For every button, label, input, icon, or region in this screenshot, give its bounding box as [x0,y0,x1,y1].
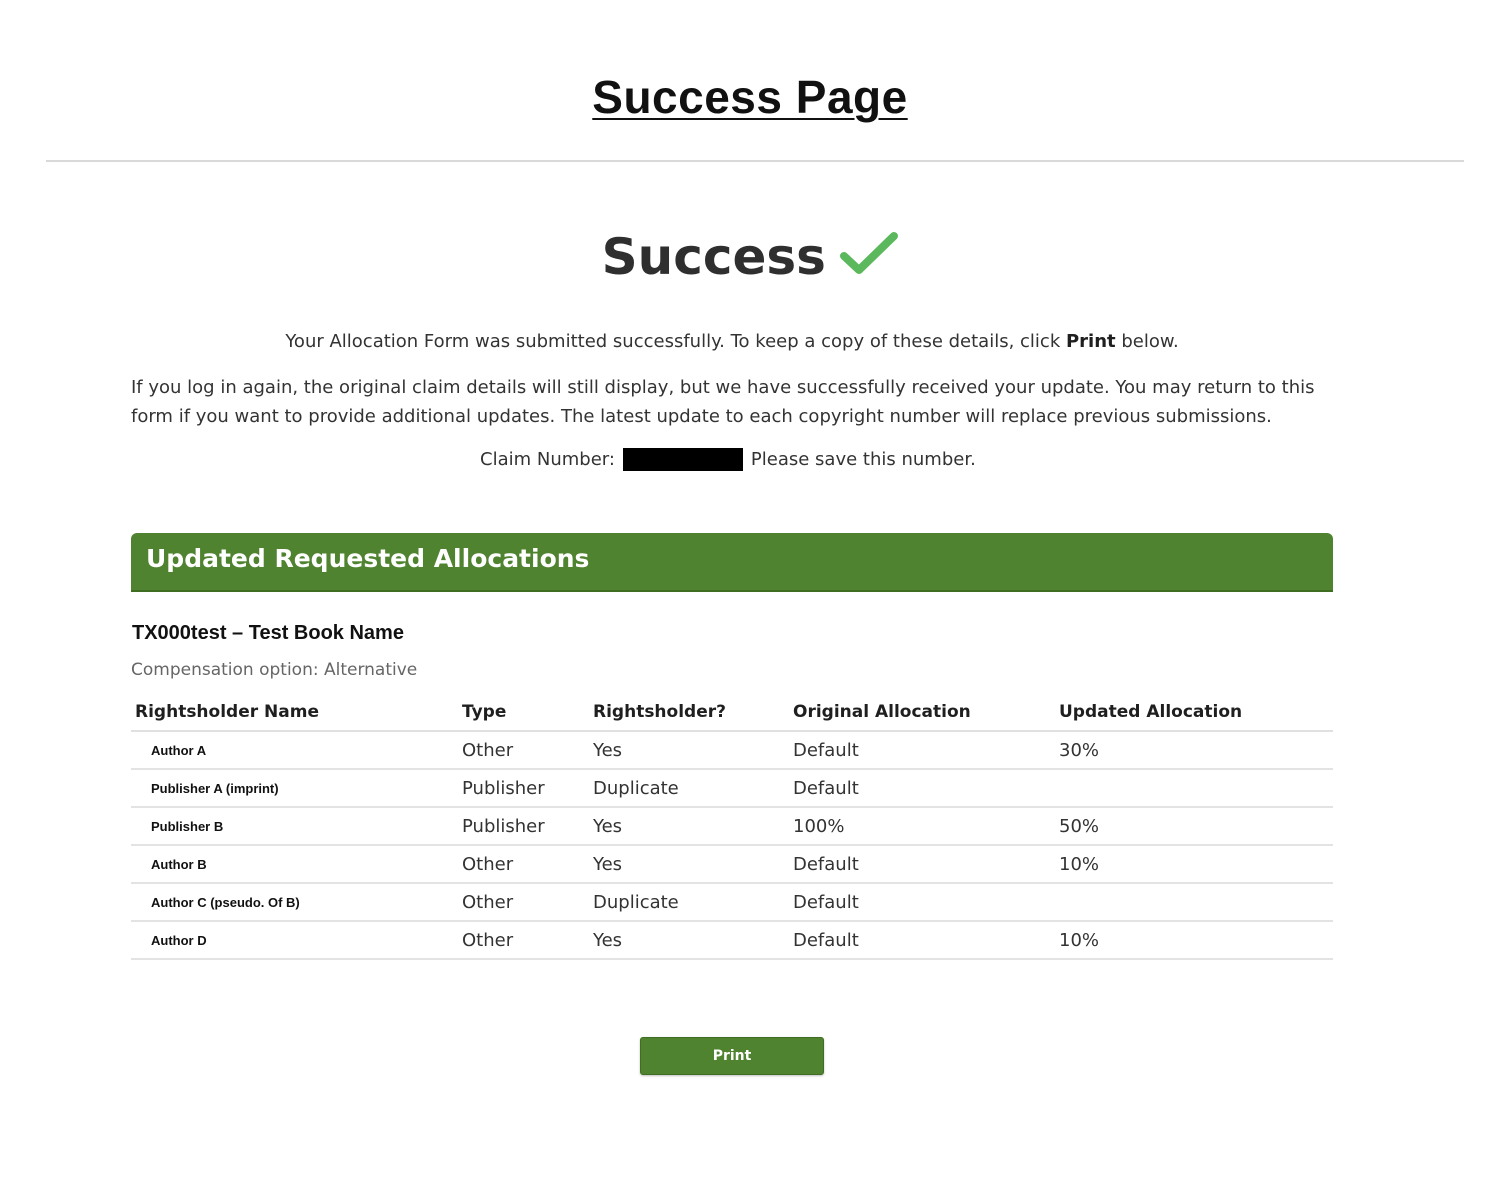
cell-original-allocation: Default [793,845,1059,884]
claim-number-line: Claim Number: Please save this number. [480,446,976,472]
print-emphasis: Print [1065,331,1116,352]
column-header-original-allocation: Original Allocation [793,693,1059,732]
checkmark-icon [840,232,899,274]
cell-updated-allocation: 30% [1059,731,1333,770]
table-row: Author C (pseudo. Of B) Other Duplicate … [131,883,1333,922]
column-header-type: Type [462,693,593,732]
success-title-text: Success [601,228,826,286]
cell-rightsholder-name: Publisher B [131,807,462,846]
cell-original-allocation: Default [793,731,1059,770]
success-title: Success [0,228,1500,286]
cell-rightsholder-name: Author C (pseudo. Of B) [131,883,462,922]
info-message: If you log in again, the original claim … [131,377,1315,427]
cell-original-allocation: Default [793,883,1059,922]
table-row: Author D Other Yes Default 10% [131,921,1333,960]
cell-type: Publisher [462,807,593,846]
cell-rightsholder-name: Author A [131,731,462,770]
cell-updated-allocation: 10% [1059,845,1333,884]
success-message: Your Allocation Form was submitted succe… [0,331,1464,352]
claim-number-note: Please save this number. [750,448,976,470]
page-heading-text: Success Page [592,71,908,123]
allocations-header: Updated Requested Allocations [131,533,1333,592]
cell-type: Other [462,883,593,922]
cell-rightsholder-name: Author B [131,845,462,884]
cell-original-allocation: Default [793,769,1059,808]
cell-rightsholder-name: Publisher A (imprint) [131,769,462,808]
cell-type: Other [462,731,593,770]
success-message-end: below. [1115,331,1179,352]
table-header-row: Rightsholder Name Type Rightsholder? Ori… [131,693,1333,732]
print-button[interactable]: Print [640,1037,824,1075]
cell-type: Other [462,921,593,960]
cell-rightsholder: Duplicate [593,883,793,922]
cell-type: Other [462,845,593,884]
book-title: TX000test – Test Book Name [132,622,404,644]
table-row: Author B Other Yes Default 10% [131,845,1333,884]
table-row: Publisher B Publisher Yes 100% 50% [131,807,1333,846]
cell-updated-allocation: 10% [1059,921,1333,960]
cell-updated-allocation [1059,769,1333,808]
column-header-rightsholder-name: Rightsholder Name [131,693,462,732]
cell-rightsholder: Duplicate [593,769,793,808]
cell-original-allocation: Default [793,921,1059,960]
compensation-option: Compensation option: Alternative [131,660,418,680]
column-header-updated-allocation: Updated Allocation [1059,693,1333,732]
cell-original-allocation: 100% [793,807,1059,846]
cell-updated-allocation: 50% [1059,807,1333,846]
column-header-rightsholder: Rightsholder? [593,693,793,732]
header-divider [46,160,1464,162]
cell-rightsholder: Yes [593,921,793,960]
cell-updated-allocation [1059,883,1333,922]
cell-type: Publisher [462,769,593,808]
allocations-header-title: Updated Requested Allocations [146,544,590,573]
claim-number-redacted [622,447,743,471]
table-row: Author A Other Yes Default 30% [131,731,1333,770]
cell-rightsholder: Yes [593,807,793,846]
allocations-table: Rightsholder Name Type Rightsholder? Ori… [131,693,1333,960]
table-row: Publisher A (imprint) Publisher Duplicat… [131,769,1333,808]
cell-rightsholder: Yes [593,845,793,884]
cell-rightsholder-name: Author D [131,921,462,960]
success-message-text: Your Allocation Form was submitted succe… [285,331,1066,352]
cell-rightsholder: Yes [593,731,793,770]
claim-number-label: Claim Number: [480,448,615,470]
page-heading: Success Page [0,70,1500,124]
